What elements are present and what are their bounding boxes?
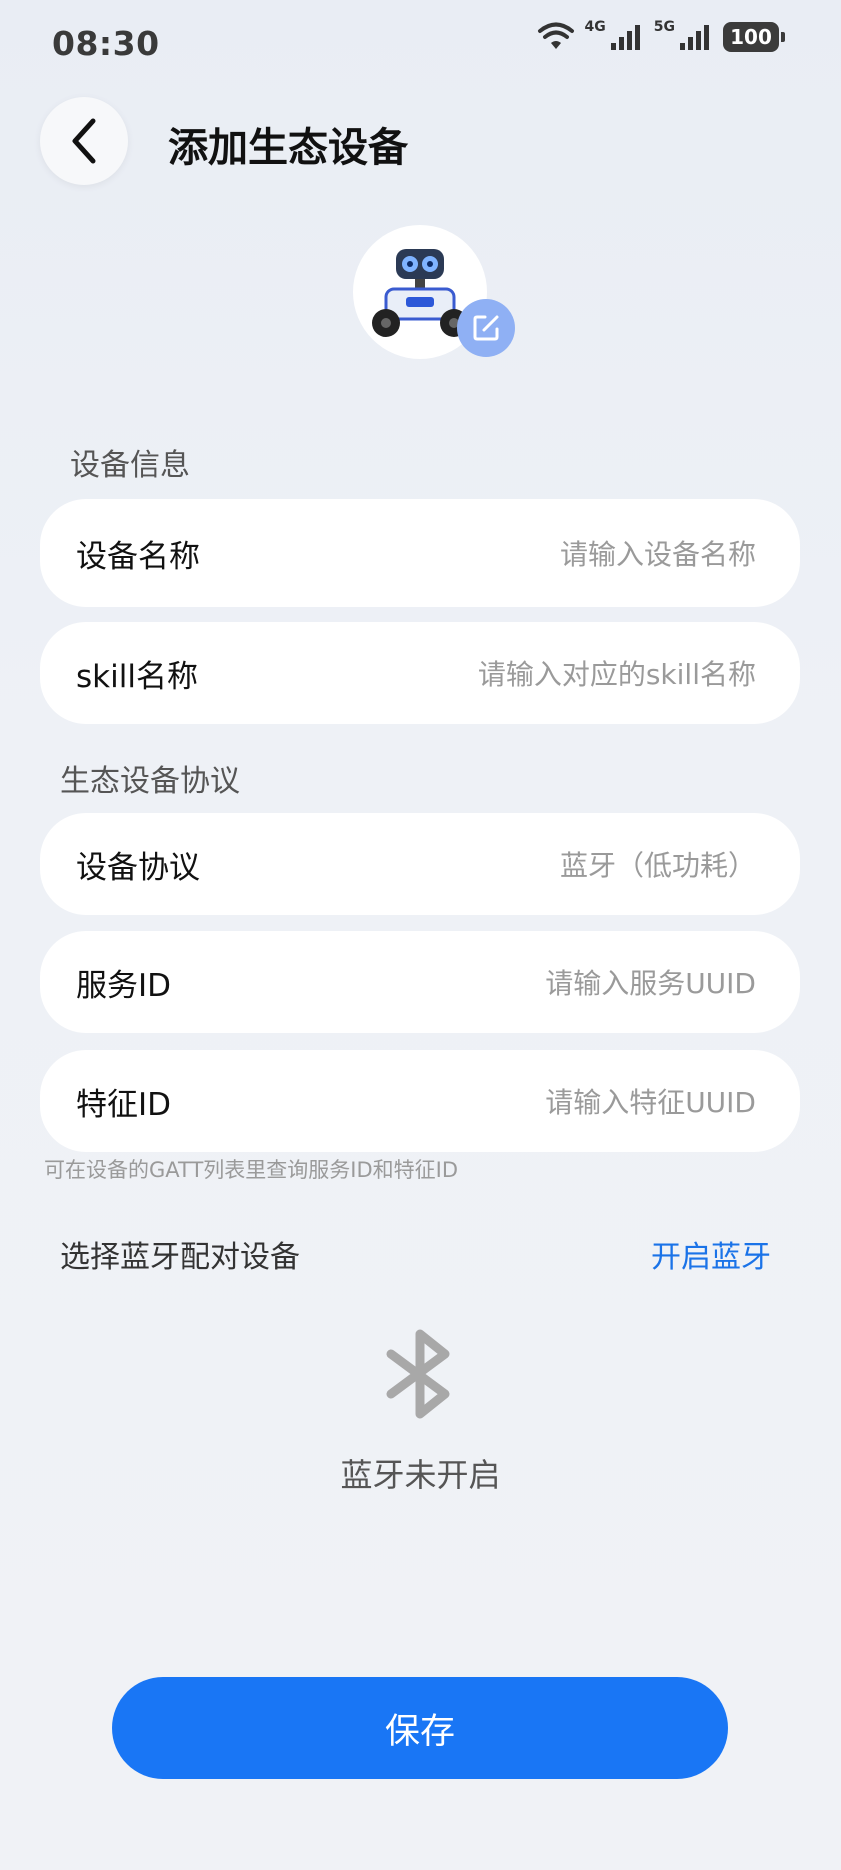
back-button[interactable] (40, 97, 128, 185)
device-avatar-container[interactable] (353, 225, 515, 359)
service-id-field[interactable]: 服务ID 请输入服务UUID (40, 931, 800, 1033)
device-protocol-field[interactable]: 设备协议 蓝牙（低功耗） (40, 813, 800, 915)
signal-5g-icon (680, 25, 709, 50)
device-name-input[interactable]: 请输入设备名称 (560, 533, 756, 573)
select-bluetooth-device-label: 选择蓝牙配对设备 (60, 1240, 300, 1275)
wifi-icon (537, 22, 574, 49)
edit-avatar-button[interactable] (457, 299, 515, 357)
status-bar: 08:30 4G 5G 100 (0, 0, 841, 90)
status-time: 08:30 (52, 24, 160, 63)
edit-icon (473, 315, 499, 341)
section-label-device-info: 设备信息 (70, 448, 190, 483)
save-button[interactable]: 保存 (112, 1677, 728, 1779)
skill-name-label: skill名称 (76, 658, 198, 695)
skill-name-field[interactable]: skill名称 请输入对应的skill名称 (40, 622, 800, 724)
battery-level: 100 (730, 25, 772, 49)
device-protocol-value[interactable]: 蓝牙（低功耗） (560, 844, 756, 884)
bluetooth-icon (386, 1329, 450, 1419)
status-icons: 4G 5G 100 (537, 19, 785, 52)
characteristic-id-input[interactable]: 请输入特征UUID (545, 1081, 756, 1121)
characteristic-id-label: 特征ID (76, 1086, 172, 1123)
device-protocol-label: 设备协议 (76, 849, 200, 886)
signal-4g-icon (610, 25, 640, 50)
service-id-input[interactable]: 请输入服务UUID (545, 962, 756, 1002)
characteristic-id-field[interactable]: 特征ID 请输入特征UUID (40, 1050, 800, 1152)
service-id-label: 服务ID (76, 967, 172, 1004)
open-bluetooth-link[interactable]: 开启蓝牙 (651, 1232, 771, 1276)
skill-name-input[interactable]: 请输入对应的skill名称 (478, 653, 756, 693)
bluetooth-status: 蓝牙未开启 (340, 1456, 501, 1494)
page-title: 添加生态设备 (168, 125, 408, 171)
device-name-field[interactable]: 设备名称 请输入设备名称 (40, 499, 800, 607)
device-name-label: 设备名称 (76, 538, 200, 575)
section-label-protocol: 生态设备协议 (60, 764, 240, 799)
chevron-left-icon (72, 118, 96, 164)
battery-indicator: 100 (723, 22, 785, 52)
gatt-hint: 可在设备的GATT列表里查询服务ID和特征ID (44, 1158, 459, 1182)
network-4g-label: 4G (584, 19, 606, 35)
network-5g-label: 5G (653, 19, 675, 35)
